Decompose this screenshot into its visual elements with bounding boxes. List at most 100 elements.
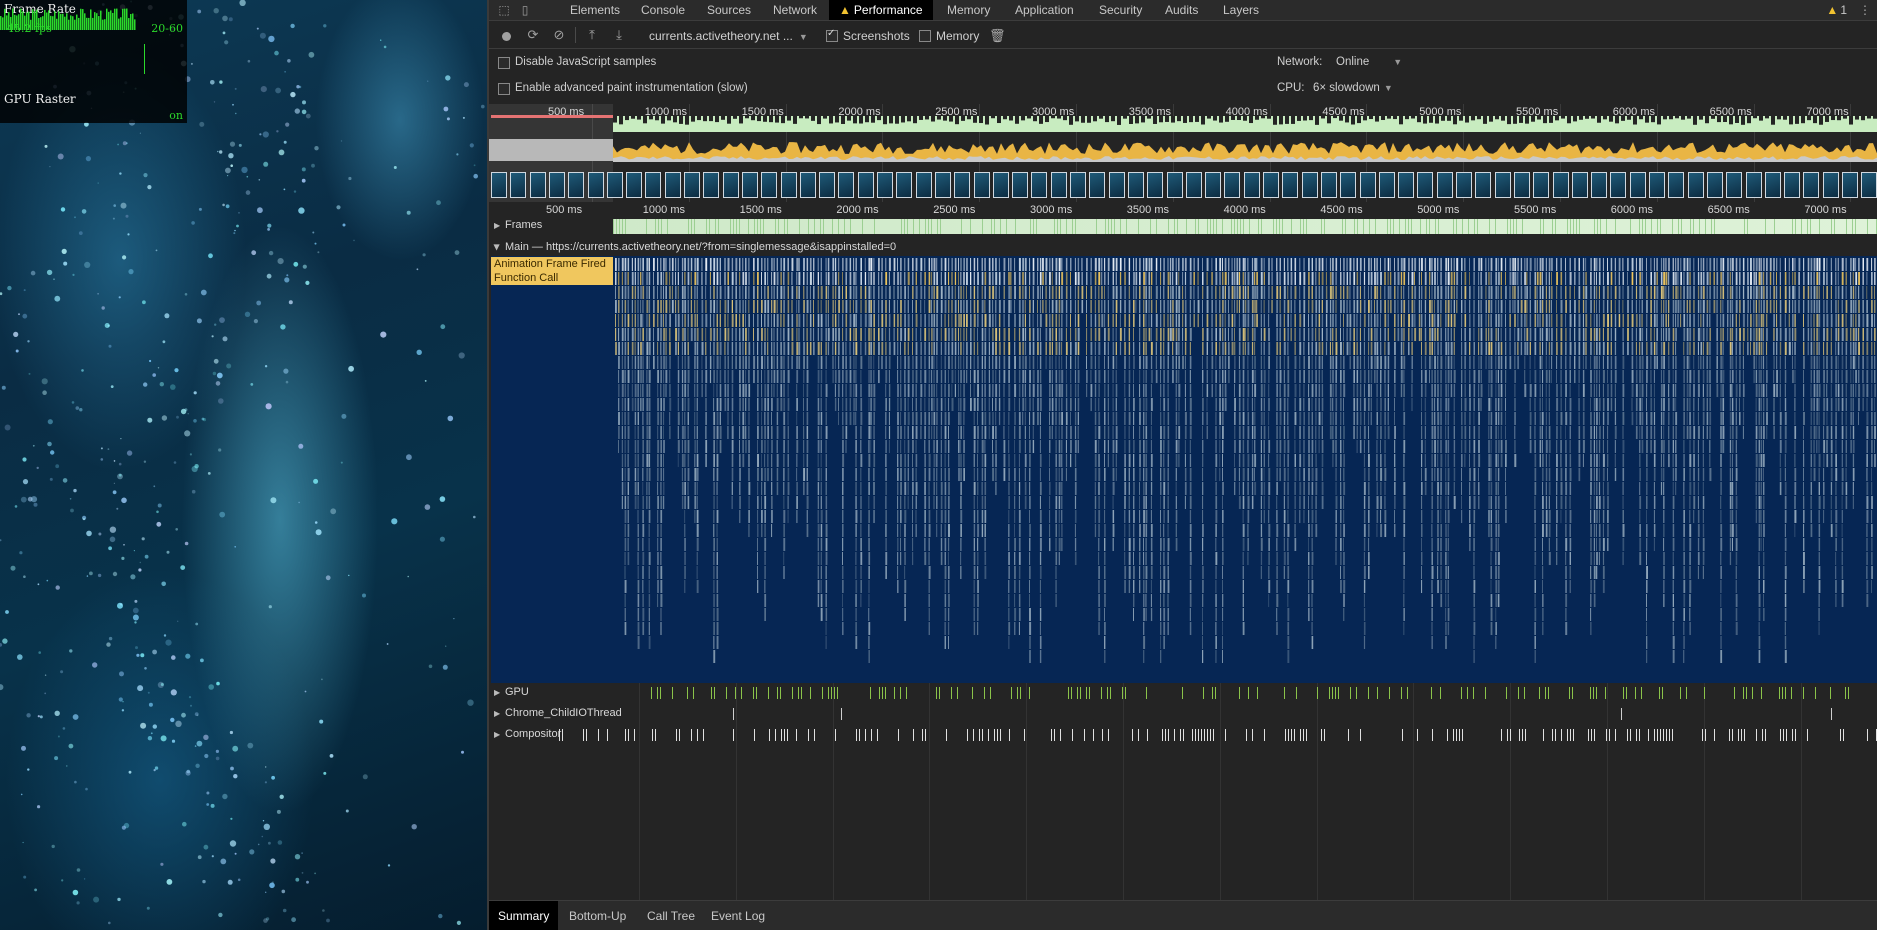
page-viewport[interactable]: Frame Rate 45.2 fps 20-60 GPU Raster on bbox=[0, 0, 487, 930]
screenshot-thumbnail[interactable] bbox=[780, 172, 797, 198]
screenshot-thumbnail[interactable] bbox=[1861, 172, 1877, 198]
screenshots-filmstrip[interactable] bbox=[489, 170, 1877, 200]
screenshot-thumbnail[interactable] bbox=[722, 172, 739, 198]
screenshot-thumbnail[interactable] bbox=[1089, 172, 1106, 198]
clear-icon[interactable]: ⊘ bbox=[551, 27, 567, 43]
screenshot-thumbnail[interactable] bbox=[1282, 172, 1299, 198]
screenshot-thumbnail[interactable] bbox=[1012, 172, 1029, 198]
screenshot-thumbnail[interactable] bbox=[1359, 172, 1376, 198]
screenshot-thumbnail[interactable] bbox=[1340, 172, 1357, 198]
screenshot-thumbnail[interactable] bbox=[857, 172, 874, 198]
screenshot-thumbnail[interactable] bbox=[1243, 172, 1260, 198]
tab-audits[interactable]: Audits bbox=[1165, 0, 1198, 20]
screenshot-thumbnail[interactable] bbox=[1533, 172, 1550, 198]
screenshot-thumbnail[interactable] bbox=[1591, 172, 1608, 198]
frames-strip[interactable] bbox=[613, 219, 1877, 234]
tab-layers[interactable]: Layers bbox=[1223, 0, 1259, 20]
screenshot-thumbnail[interactable] bbox=[934, 172, 951, 198]
tab-performance[interactable]: ▲ Performance bbox=[829, 0, 933, 20]
screenshot-thumbnail[interactable] bbox=[741, 172, 758, 198]
tab-summary[interactable]: Summary bbox=[489, 901, 559, 930]
screenshot-thumbnail[interactable] bbox=[548, 172, 565, 198]
screenshot-thumbnail[interactable] bbox=[1127, 172, 1144, 198]
screenshot-thumbnail[interactable] bbox=[1726, 172, 1743, 198]
main-thread-header[interactable]: ▶ Main — https://currents.activetheory.n… bbox=[489, 240, 1877, 256]
screenshot-thumbnail[interactable] bbox=[1475, 172, 1492, 198]
event-function-call[interactable]: Function Call bbox=[491, 271, 613, 285]
screenshots-checkbox[interactable] bbox=[826, 28, 838, 42]
screenshot-thumbnail[interactable] bbox=[1764, 172, 1781, 198]
screenshot-thumbnail[interactable] bbox=[992, 172, 1009, 198]
screenshot-thumbnail[interactable] bbox=[915, 172, 932, 198]
screenshot-thumbnail[interactable] bbox=[1610, 172, 1627, 198]
screenshot-thumbnail[interactable] bbox=[973, 172, 990, 198]
screenshot-thumbnail[interactable] bbox=[761, 172, 778, 198]
compositor-track[interactable]: ▶ Compositor bbox=[489, 726, 1877, 744]
upload-icon[interactable]: ⤒ bbox=[584, 27, 600, 43]
record-icon[interactable] bbox=[502, 32, 511, 41]
screenshot-thumbnail[interactable] bbox=[877, 172, 893, 198]
screenshot-thumbnail[interactable] bbox=[606, 172, 623, 198]
screenshot-thumbnail[interactable] bbox=[1745, 172, 1762, 198]
inspect-icon[interactable]: ⬚ bbox=[496, 2, 512, 18]
expand-triangle-icon[interactable]: ▶ bbox=[494, 221, 500, 230]
screenshot-thumbnail[interactable] bbox=[1436, 172, 1453, 198]
screenshot-thumbnail[interactable] bbox=[703, 172, 720, 198]
network-select[interactable]: Online ▼ bbox=[1336, 56, 1402, 68]
screenshot-thumbnail[interactable] bbox=[1456, 172, 1472, 198]
device-toggle-icon[interactable]: ▯ bbox=[517, 2, 533, 18]
screenshot-thumbnail[interactable] bbox=[799, 172, 816, 198]
screenshot-thumbnail[interactable] bbox=[1668, 172, 1685, 198]
download-icon[interactable]: ⤓ bbox=[611, 27, 627, 43]
kebab-icon[interactable]: ⋮ bbox=[1859, 0, 1871, 20]
screenshot-thumbnail[interactable] bbox=[1378, 172, 1395, 198]
screenshot-thumbnail[interactable] bbox=[1108, 172, 1125, 198]
warning-counter[interactable]: ▲ 1 bbox=[1826, 0, 1847, 20]
screenshot-thumbnail[interactable] bbox=[838, 172, 855, 198]
tab-elements[interactable]: Elements bbox=[570, 0, 620, 20]
screenshot-thumbnail[interactable] bbox=[510, 172, 527, 198]
screenshot-thumbnail[interactable] bbox=[626, 172, 643, 198]
screenshot-thumbnail[interactable] bbox=[1224, 172, 1241, 198]
tab-security[interactable]: Security bbox=[1099, 0, 1142, 20]
screenshot-thumbnail[interactable] bbox=[1571, 172, 1588, 198]
screenshot-thumbnail[interactable] bbox=[1050, 172, 1067, 198]
screenshot-thumbnail[interactable] bbox=[819, 172, 836, 198]
expand-triangle-icon[interactable]: ▶ bbox=[494, 688, 500, 697]
screenshot-thumbnail[interactable] bbox=[1822, 172, 1839, 198]
screenshot-thumbnail[interactable] bbox=[1320, 172, 1337, 198]
screenshot-thumbnail[interactable] bbox=[491, 172, 507, 198]
screenshot-thumbnail[interactable] bbox=[1185, 172, 1202, 198]
screenshot-thumbnail[interactable] bbox=[1784, 172, 1801, 198]
screenshot-thumbnail[interactable] bbox=[664, 172, 681, 198]
screenshot-thumbnail[interactable] bbox=[1706, 172, 1723, 198]
timeline-overview[interactable]: 500 ms 1000 ms 1500 ms 2000 ms 2500 ms 3000 m… bbox=[489, 104, 1877, 202]
screenshot-thumbnail[interactable] bbox=[1494, 172, 1511, 198]
screenshot-thumbnail[interactable] bbox=[1147, 172, 1164, 198]
screenshot-thumbnail[interactable] bbox=[954, 172, 971, 198]
screenshot-thumbnail[interactable] bbox=[1552, 172, 1569, 198]
cpu-select[interactable]: 6× slowdown ▼ bbox=[1313, 82, 1393, 94]
disable-js-samples-checkbox[interactable] bbox=[498, 57, 510, 69]
tab-network[interactable]: Network bbox=[773, 0, 817, 20]
tab-call-tree[interactable]: Call Tree bbox=[647, 901, 695, 930]
screenshot-thumbnail[interactable] bbox=[1629, 172, 1646, 198]
tab-memory[interactable]: Memory bbox=[947, 0, 990, 20]
screenshot-thumbnail[interactable] bbox=[568, 172, 585, 198]
screenshot-thumbnail[interactable] bbox=[645, 172, 662, 198]
screenshot-thumbnail[interactable] bbox=[1417, 172, 1434, 198]
tab-event-log[interactable]: Event Log bbox=[711, 901, 765, 930]
screenshot-thumbnail[interactable] bbox=[1398, 172, 1415, 198]
trash-icon[interactable]: 🗑 bbox=[989, 28, 1006, 44]
io-thread-track[interactable]: ▶ Chrome_ChildIOThread bbox=[489, 705, 1877, 723]
screenshot-thumbnail[interactable] bbox=[1687, 172, 1704, 198]
reload-icon[interactable]: ⟳ bbox=[525, 27, 541, 43]
event-animation-frame-fired[interactable]: Animation Frame Fired bbox=[491, 257, 613, 271]
screenshot-thumbnail[interactable] bbox=[1301, 172, 1318, 198]
memory-checkbox[interactable] bbox=[919, 30, 931, 42]
main-flame-chart[interactable]: Animation Frame Fired Function Call bbox=[491, 256, 1877, 683]
tab-console[interactable]: Console bbox=[641, 0, 685, 20]
expand-triangle-icon[interactable]: ▶ bbox=[494, 730, 500, 739]
screenshot-thumbnail[interactable] bbox=[1513, 172, 1530, 198]
screenshot-thumbnail[interactable] bbox=[1205, 172, 1222, 198]
